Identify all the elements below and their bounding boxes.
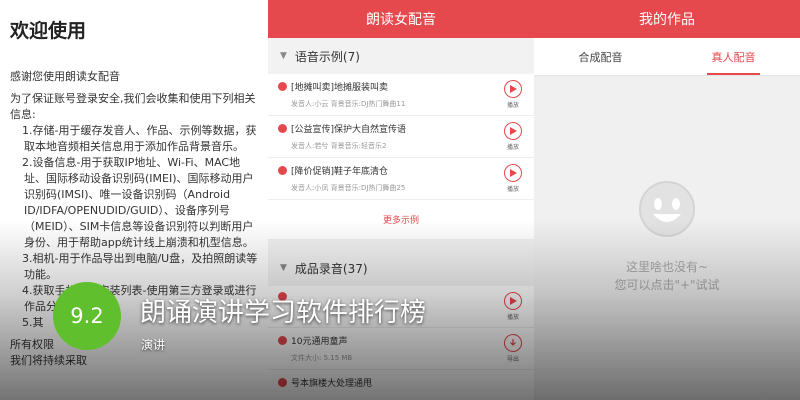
dialog-title: 欢迎使用 — [10, 20, 87, 42]
works-tabs: 合成配音 真人配音 — [534, 38, 800, 76]
smiley-face-icon — [639, 181, 695, 237]
tab-synthesized-dubbing[interactable]: 合成配音 — [534, 38, 667, 75]
music-note-icon — [278, 82, 287, 91]
play-button[interactable]: 播放 — [502, 164, 524, 193]
tab-human-dubbing[interactable]: 真人配音 — [667, 38, 800, 75]
list-item[interactable]: [地摊叫卖]地摊服装叫卖 发音人:小云 背景音乐:DJ热门舞曲11 播放 — [268, 74, 534, 116]
examples-section-toggle[interactable]: ▼ 语音示例(7) — [268, 38, 534, 74]
caret-down-icon: ▼ — [280, 51, 287, 61]
category-tag[interactable]: 演讲 — [141, 336, 165, 353]
item-meta: 发音人:小凤 背景音乐:DJ热门舞曲25 — [291, 184, 406, 192]
permission-storage: 1.存储-用于缓存发音人、作品、示例等数据，获取本地音频相关信息用于添加作品背景… — [22, 124, 257, 153]
export-label: 导出 — [506, 356, 519, 363]
article-headline[interactable]: 朗诵演讲学习软件排行榜 — [140, 292, 426, 329]
dialog-closing-1: 所有权限 — [10, 338, 54, 351]
play-icon — [504, 80, 522, 98]
dialog-closing-2: 我们将持续采取 — [10, 354, 87, 367]
finished-section-label: 成品录音(37) — [294, 261, 368, 276]
export-icon — [504, 334, 522, 352]
dialog-intro: 感谢您使用朗读女配音 — [10, 70, 120, 83]
permission-device-info: 2.设备信息-用于获取IP地址、Wi-Fi、MAC地址、国际移动设备识别码(IM… — [22, 156, 254, 249]
item-title: 10元通用童声 — [291, 337, 348, 347]
recordings-screen: 朗读女配音 ▼ 语音示例(7) [地摊叫卖]地摊服装叫卖 发音人:小云 背景音乐… — [268, 0, 534, 400]
play-button[interactable]: 播放 — [502, 292, 524, 321]
list-item[interactable]: 10元通用童声 文件大小: 5.15 MB 导出 — [268, 328, 534, 370]
play-icon — [504, 292, 522, 310]
music-note-icon — [278, 166, 287, 175]
export-button[interactable]: 导出 — [502, 334, 524, 363]
item-meta: 发音人:小云 背景音乐:DJ热门舞曲11 — [291, 100, 406, 108]
play-icon — [504, 164, 522, 182]
my-works-screen: 我的作品 合成配音 真人配音 这里啥也没有~ 您可以点击"+"试试 — [534, 0, 800, 400]
music-note-icon — [278, 378, 287, 387]
list-item[interactable]: [降价促销]鞋子年底清仓 发音人:小凤 背景音乐:DJ热门舞曲25 播放 — [268, 158, 534, 200]
item-title: [降价促销]鞋子年底清仓 — [291, 167, 389, 177]
item-title: [地摊叫卖]地摊服装叫卖 — [291, 83, 389, 93]
more-examples-link[interactable]: 更多示例 — [268, 200, 534, 240]
privacy-dialog: 欢迎使用 感谢您使用朗读女配音 为了保证账号登录安全,我们会收集和使用下列相关信… — [0, 0, 268, 400]
rating-badge: 9.2 — [53, 282, 121, 350]
play-label: 播放 — [506, 102, 519, 109]
play-label: 播放 — [506, 144, 519, 151]
item-title: [公益宣传]保护大自然宣传语 — [291, 125, 407, 135]
play-label: 播放 — [506, 186, 519, 193]
recordings-header: 朗读女配音 — [268, 0, 534, 38]
music-note-icon — [278, 124, 287, 133]
item-meta: 发音人:若兮 背景音乐:轻音乐2 — [291, 142, 387, 150]
list-item[interactable]: [公益宣传]保护大自然宣传语 发音人:若兮 背景音乐:轻音乐2 播放 — [268, 116, 534, 158]
item-meta: 文件大小: 5.15 MB — [291, 354, 353, 362]
empty-state-line-1: 这里啥也没有~ — [625, 260, 709, 274]
music-note-icon — [278, 336, 287, 345]
finished-section-toggle[interactable]: ▼ 成品录音(37) — [268, 250, 534, 286]
play-button[interactable]: 播放 — [502, 80, 524, 109]
play-label: 播放 — [506, 314, 519, 321]
examples-section-label: 语音示例(7) — [294, 49, 360, 64]
my-works-header: 我的作品 — [534, 0, 800, 38]
empty-state-line-2: 您可以点击"+"试试 — [614, 278, 720, 292]
play-icon — [504, 122, 522, 140]
dialog-lead: 为了保证账号登录安全,我们会收集和使用下列相关信息: — [10, 92, 256, 121]
item-title: 号本旗楼大处理通甩 — [291, 379, 373, 389]
list-item[interactable]: 号本旗楼大处理通甩 — [268, 370, 534, 400]
permission-camera: 3.相机-用于作品导出到电脑/U盘，及拍照朗读等功能。 — [22, 252, 258, 281]
play-button[interactable]: 播放 — [502, 122, 524, 151]
caret-down-icon: ▼ — [280, 263, 287, 273]
